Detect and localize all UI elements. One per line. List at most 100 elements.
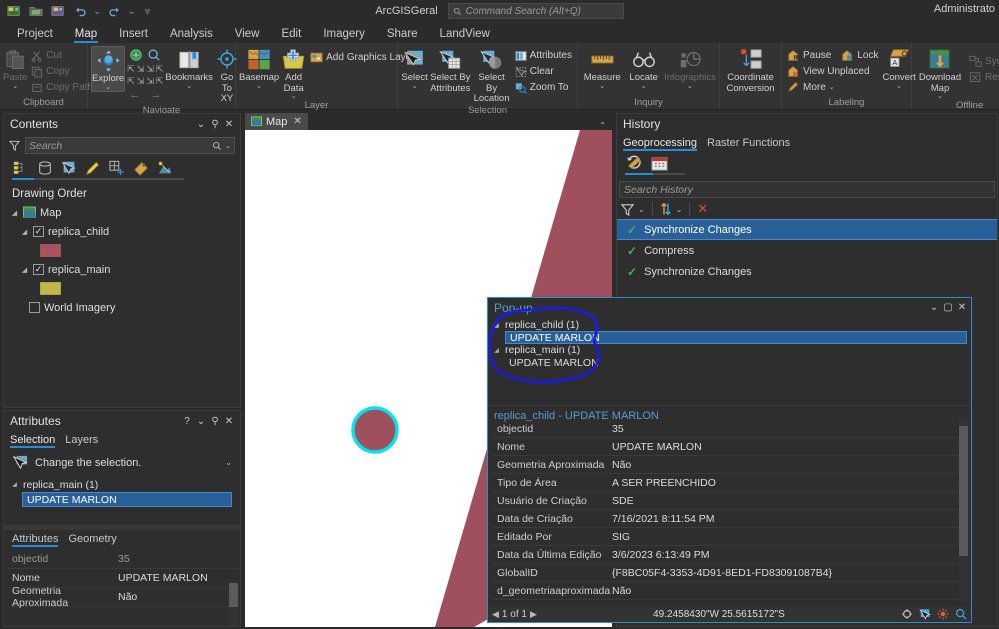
list-by-drawing-order-icon[interactable] (12, 159, 30, 177)
field-value[interactable]: UPDATE MARLON (118, 572, 238, 584)
prev-page-icon[interactable]: ◀ (492, 609, 499, 620)
zoom-next-icon[interactable]: ⇲ (137, 76, 145, 87)
maximize-icon[interactable]: ▢ (941, 302, 955, 313)
contents-tree-item-replica-main[interactable]: ◢ ✓ replica_main (8, 260, 236, 279)
coordinate-conversion-button[interactable]: Coordinate Conversion (723, 46, 778, 94)
undo-icon[interactable] (70, 2, 90, 20)
tab-edit[interactable]: Edit (270, 26, 312, 43)
table-row[interactable]: Editado Por SIG (492, 528, 959, 546)
select-by-attributes-button[interactable]: Select By Attributes (430, 46, 470, 94)
basemap-dropdown-icon[interactable]: ⌄ (256, 84, 262, 90)
locate-dropdown-icon[interactable]: ⌄ (641, 84, 647, 90)
table-row[interactable]: Geometria Aproximada Não (492, 456, 959, 474)
measure-button[interactable]: Measure ⌄ (581, 46, 623, 90)
lock-labeling-button[interactable]: Lock (839, 48, 880, 63)
pause-labeling-button[interactable]: Pause (785, 48, 833, 63)
previous-extent-arrow-icon[interactable]: ← (129, 89, 140, 101)
pin-icon[interactable]: ⚲ (208, 416, 222, 427)
add-data-button[interactable]: Add Data ⌄ (281, 46, 306, 100)
command-search-input[interactable]: Command Search (Alt+Q) (448, 3, 624, 19)
expander-icon[interactable]: ◢ (492, 347, 501, 354)
tab-analysis[interactable]: Analysis (159, 26, 224, 43)
popup-group-row[interactable]: ◢ replica_child (1) (492, 319, 971, 331)
flash-feature-icon[interactable] (937, 608, 949, 620)
tab-share[interactable]: Share (376, 26, 429, 43)
zoom-to-selection-button[interactable]: Zoom To (513, 80, 574, 95)
delete-icon[interactable]: ✕ (697, 204, 708, 214)
chevron-down-icon[interactable]: ⌄ (194, 416, 208, 427)
select-by-location-button[interactable]: Select By Location (472, 46, 510, 105)
sort-icon[interactable] (660, 202, 672, 216)
filter-icon[interactable] (621, 203, 634, 216)
tab-map-view[interactable]: Map ✕ (245, 113, 308, 130)
list-by-selection-icon[interactable] (60, 159, 78, 177)
filter-icon[interactable] (9, 140, 21, 151)
history-item[interactable]: ✓ Synchronize Changes (617, 219, 997, 240)
tab-map[interactable]: Map (64, 26, 108, 43)
list-by-labeling-icon[interactable] (132, 159, 150, 177)
next-extent-arrow-icon[interactable]: → (150, 89, 161, 101)
expander-icon[interactable]: ◢ (10, 481, 19, 488)
select-dropdown-icon[interactable]: ⌄ (412, 84, 418, 90)
table-row[interactable]: objectid 35 (492, 420, 959, 438)
next-page-icon[interactable]: ▶ (530, 609, 537, 620)
fixed-zoom2-icon[interactable]: ⇱ (156, 64, 164, 75)
tab-insert[interactable]: Insert (108, 26, 159, 43)
table-row[interactable]: objectid 35 (8, 550, 238, 569)
layer-symbol-swatch[interactable] (40, 244, 61, 257)
history-search-input[interactable]: Search History (619, 181, 995, 198)
history-item[interactable]: ✓ Synchronize Changes (617, 261, 997, 282)
attributes-button[interactable]: Attributes (513, 48, 574, 63)
expander-icon[interactable]: ◢ (20, 266, 29, 274)
chevron-down-icon[interactable]: ⌄ (927, 302, 941, 313)
more-labeling-dropdown-icon[interactable]: ⌄ (829, 85, 835, 91)
chevron-down-icon[interactable]: ⌄ (599, 117, 612, 126)
save-project-icon[interactable] (4, 2, 24, 20)
table-row[interactable]: Data da Última Edição 3/6/2023 6:13:49 P… (492, 546, 959, 564)
locate-button[interactable]: Locate ⌄ (625, 46, 662, 90)
history-item[interactable]: ✓ Compress (617, 240, 997, 261)
layer-symbol-swatch[interactable] (40, 282, 61, 295)
tab-layers[interactable]: Layers (65, 434, 98, 448)
table-row[interactable]: Usuário de Criação SDE (492, 492, 959, 510)
close-icon[interactable]: ✕ (222, 416, 236, 427)
download-map-button[interactable]: Download Map ⌄ (915, 46, 965, 100)
view-unplaced-button[interactable]: View Unplaced (785, 64, 880, 79)
measure-dropdown-icon[interactable]: ⌄ (599, 84, 605, 90)
zoom-to-icon[interactable] (955, 608, 967, 620)
open-project-icon[interactable] (26, 2, 46, 20)
popup-feature-row[interactable]: UPDATE MARLON (505, 331, 967, 344)
undo-dropdown-icon[interactable]: ⌄ (92, 6, 102, 17)
zoom-alt2-icon[interactable]: ⇱ (156, 76, 164, 87)
history-list-icon[interactable] (625, 154, 643, 172)
table-row[interactable]: d_tipoarea A SER PREENCHIDO (492, 600, 959, 601)
more-labeling-button[interactable]: More ⌄ (785, 80, 880, 95)
customize-qat-icon[interactable]: ⩔ (139, 6, 152, 17)
save-as-icon[interactable] (48, 2, 68, 20)
chevron-down-icon[interactable]: ⌄ (194, 119, 208, 130)
attributes-table-scrollbar[interactable] (229, 581, 238, 626)
change-selection-row[interactable]: Change the selection. ⌄ (4, 448, 240, 475)
list-by-data-source-icon[interactable] (36, 159, 54, 177)
tab-view[interactable]: View (224, 26, 271, 43)
tab-geoprocessing[interactable]: Geoprocessing (623, 137, 697, 151)
copy-path-button[interactable]: Copy Path (29, 80, 95, 95)
close-icon[interactable]: ✕ (293, 116, 301, 127)
previous-extent-icon[interactable] (147, 48, 161, 62)
help-icon[interactable]: ? (180, 416, 194, 427)
explore-button[interactable]: Explore ⌄ (91, 46, 125, 92)
chevron-down-icon[interactable]: ⌄ (225, 458, 232, 467)
zoom-in-fixed-icon[interactable]: ⇱ (127, 64, 135, 75)
table-row[interactable]: Data de Criação 7/16/2021 8:11:54 PM (492, 510, 959, 528)
infographics-dropdown-icon[interactable]: ⌄ (687, 84, 693, 90)
redo-icon[interactable] (104, 2, 124, 20)
tab-raster-functions[interactable]: Raster Functions (707, 137, 790, 151)
expander-icon[interactable]: ◢ (492, 322, 501, 329)
convert-labels-button[interactable]: A Convert ⌄ (882, 46, 915, 90)
bookmarks-dropdown-icon[interactable]: ⌄ (186, 84, 192, 90)
tab-imagery[interactable]: Imagery (312, 26, 376, 43)
selection-group-row[interactable]: ◢ replica_main (1) (8, 477, 236, 492)
selection-feature-row[interactable]: UPDATE MARLON (22, 492, 232, 507)
paste-button[interactable]: Paste ⌄ (3, 46, 27, 90)
popup-feature-row[interactable]: UPDATE MARLON (505, 356, 971, 369)
